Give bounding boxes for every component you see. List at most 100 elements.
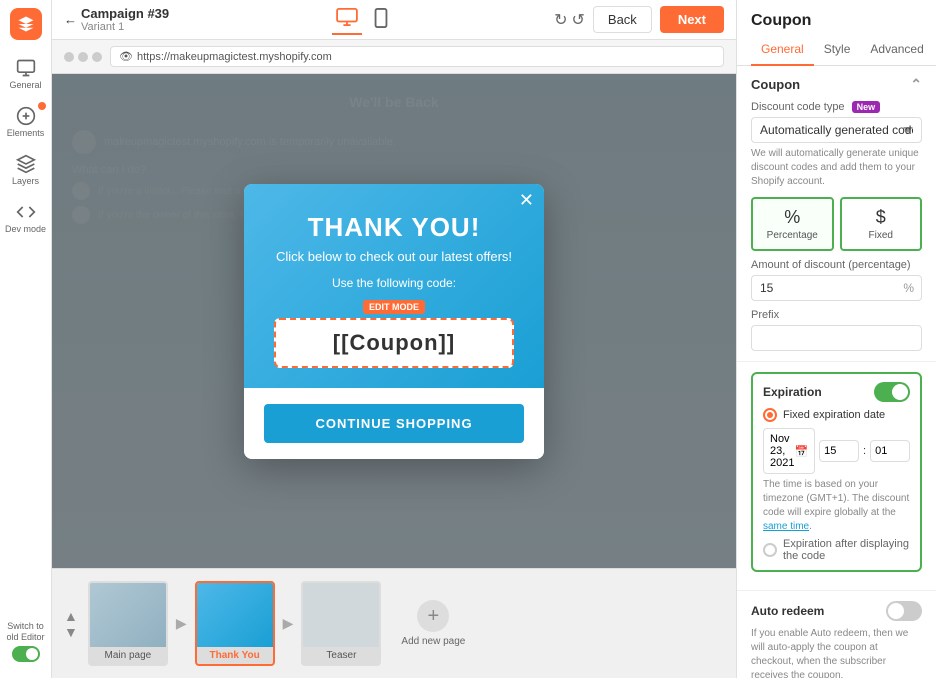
expiration-box: Expiration Fixed expiration date Nov 23,… (751, 372, 922, 572)
dot-green (92, 52, 102, 62)
page-label-teaser: Teaser (326, 647, 356, 664)
top-bar: ← Campaign #39 Variant 1 ↻ ↺ Back Next (52, 0, 736, 40)
same-time-link[interactable]: same time (763, 521, 809, 532)
popup-bottom: CONTINUE SHOPPING (244, 388, 544, 459)
prefix-input[interactable] (751, 325, 922, 351)
left-sidebar: General Elements Layers Dev mode Switch … (0, 0, 52, 678)
page-thumbnail-thankyou[interactable]: Thank You (195, 581, 275, 666)
add-new-page-button[interactable]: + Add new page (401, 600, 465, 647)
fixed-expiration-option[interactable]: Fixed expiration date (763, 408, 910, 422)
discount-code-type-label: Discount code type New (751, 101, 922, 113)
popup-close-button[interactable]: ✕ (519, 190, 534, 211)
date-picker[interactable]: Nov 23, 2021 📅 (763, 428, 815, 474)
arrow-right-icon: ▶ (176, 615, 187, 632)
after-display-radio[interactable] (763, 543, 777, 557)
panel-tabs: General Style Advanced (737, 34, 936, 66)
preview-area: 👁 https://makeupmagictest.myshopify.com … (52, 40, 736, 678)
after-display-option[interactable]: Expiration after displaying the code (763, 538, 910, 562)
campaign-title: Campaign #39 (81, 6, 169, 21)
logo (10, 8, 42, 40)
fixed-label: Fixed (869, 230, 893, 241)
old-editor-toggle[interactable] (12, 646, 40, 662)
add-page-label: Add new page (401, 636, 465, 647)
devmode-label: Dev mode (5, 224, 46, 234)
preview-frame: We'll be Back makeupmagictest.myshopify.… (52, 74, 736, 568)
auto-redeem-description: If you enable Auto redeem, then we will … (751, 627, 922, 678)
expiration-header: Expiration (763, 382, 910, 402)
coupon-section-header[interactable]: Coupon ⌃ (751, 76, 922, 93)
amount-label: Amount of discount (percentage) (751, 259, 922, 271)
edit-mode-badge: EDIT MODE (363, 300, 425, 314)
page-thumbnail-teaser[interactable]: Teaser (301, 581, 381, 666)
redo-button[interactable]: ↺ (572, 10, 585, 30)
page-thumbnails: ▲ ▼ Main page ▶ Thank You ▶ Teaser + Add… (52, 568, 736, 678)
expiration-section: Expiration Fixed expiration date Nov 23,… (737, 362, 936, 591)
sidebar-item-display[interactable]: General (4, 52, 48, 96)
undo-redo-controls: ↻ ↺ (554, 10, 585, 30)
hour-select[interactable]: 0001020304050607080910111213141516171819… (819, 440, 859, 462)
device-switcher (332, 4, 392, 35)
auto-redeem-toggle[interactable] (886, 601, 922, 621)
back-to-campaign[interactable]: ← Campaign #39 Variant 1 (64, 6, 169, 33)
fixed-expiration-label: Fixed expiration date (783, 409, 885, 421)
page-thumbnail-main[interactable]: Main page (88, 581, 168, 666)
discount-code-type-select[interactable]: Automatically generated codesFixed codeN… (751, 117, 922, 143)
browser-dots (64, 52, 102, 62)
popup-title: THANK YOU! (264, 212, 524, 243)
tab-general[interactable]: General (751, 34, 814, 66)
popup-box[interactable]: ✕ THANK YOU! Click below to check out ou… (244, 184, 544, 459)
popup-code-label: Use the following code: (264, 276, 524, 290)
undo-button[interactable]: ↻ (554, 10, 567, 30)
dot-yellow (78, 52, 88, 62)
main-area: ← Campaign #39 Variant 1 ↻ ↺ Back Next (52, 0, 736, 678)
elements-dot (38, 102, 46, 110)
popup-code-display[interactable]: [[Coupon]] (274, 318, 514, 368)
sidebar-item-devmode[interactable]: Dev mode (4, 196, 48, 240)
browser-url-bar[interactable]: 👁 https://makeupmagictest.myshopify.com (110, 46, 724, 67)
layers-label: Layers (12, 176, 39, 186)
url-text: https://makeupmagictest.myshopify.com (137, 51, 332, 63)
scroll-down-icon[interactable]: ▼ (64, 624, 78, 640)
minute-select[interactable]: 0001020304050607080910111213141516171819… (870, 440, 910, 462)
elements-label: Elements (7, 128, 45, 138)
sidebar-item-elements[interactable]: Elements (4, 100, 48, 144)
switch-to-old[interactable]: Switch to old Editor (0, 613, 51, 670)
right-panel: Coupon General Style Advanced Coupon ⌃ D… (736, 0, 936, 678)
mobile-icon[interactable] (370, 4, 392, 35)
page-label-main: Main page (105, 647, 152, 664)
tab-style[interactable]: Style (814, 34, 861, 66)
collapse-icon[interactable]: ⌃ (910, 76, 922, 93)
auto-redeem-row: Auto redeem (751, 601, 922, 621)
popup-overlay: ✕ THANK YOU! Click below to check out ou… (52, 74, 736, 568)
amount-input[interactable] (751, 275, 922, 301)
after-display-label: Expiration after displaying the code (783, 538, 910, 562)
percentage-label: Percentage (767, 230, 818, 241)
browser-bar: 👁 https://makeupmagictest.myshopify.com (52, 40, 736, 74)
scroll-up-icon[interactable]: ▲ (64, 608, 78, 624)
tab-advanced[interactable]: Advanced (860, 34, 933, 66)
sidebar-item-layers[interactable]: Layers (4, 148, 48, 192)
expiration-toggle[interactable] (874, 382, 910, 402)
popup-top: ✕ THANK YOU! Click below to check out ou… (244, 184, 544, 388)
auto-redeem-label: Auto redeem (751, 604, 824, 618)
popup-cta-button[interactable]: CONTINUE SHOPPING (264, 404, 524, 443)
amount-suffix: % (903, 281, 914, 295)
new-badge: New (852, 101, 881, 113)
discount-help-text: We will automatically generate unique di… (751, 147, 922, 189)
percentage-button[interactable]: % Percentage (751, 197, 834, 251)
fixed-button[interactable]: $ Fixed (840, 197, 923, 251)
auto-redeem-section: Auto redeem If you enable Auto redeem, t… (737, 591, 936, 678)
coupon-section-label: Coupon (751, 77, 800, 92)
fixed-radio[interactable] (763, 408, 777, 422)
panel-title: Coupon (737, 0, 936, 34)
campaign-variant: Variant 1 (81, 21, 169, 33)
prefix-label: Prefix (751, 309, 922, 321)
page-label-thankyou: Thank You (210, 647, 260, 664)
timezone-note: The time is based on your timezone (GMT+… (763, 478, 910, 534)
dot-red (64, 52, 74, 62)
back-button[interactable]: Back (593, 6, 652, 33)
desktop-icon[interactable] (332, 4, 362, 35)
percentage-symbol: % (784, 207, 800, 228)
fixed-symbol: $ (876, 207, 886, 228)
next-button[interactable]: Next (660, 6, 724, 33)
